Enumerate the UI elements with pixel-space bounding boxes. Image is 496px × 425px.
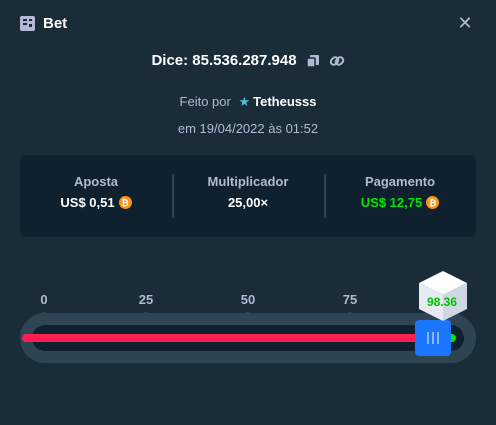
slider-handle[interactable] <box>415 320 451 356</box>
game-id-row: Dice: 85.536.287.948 <box>0 52 496 69</box>
result-value: 98.36 <box>426 295 458 309</box>
stat-bet-value: US$ 0,51 <box>60 195 115 210</box>
close-icon[interactable]: ✕ <box>454 12 476 34</box>
star-badge-icon: ★ <box>238 94 251 109</box>
stat-payout-value-row: US$ 12,75 ₿ <box>324 195 476 210</box>
bitcoin-icon: ₿ <box>118 196 132 209</box>
stat-bet: Aposta US$ 0,51 ₿ <box>20 174 172 218</box>
slider-tick-label: 0 <box>40 292 48 307</box>
stat-bet-value-row: US$ 0,51 ₿ <box>20 195 172 210</box>
stat-multiplier-value: 25,00× <box>227 195 269 210</box>
bet-icon <box>20 15 35 31</box>
slider-lose-range <box>22 334 420 342</box>
made-by-row: Feito por ★ Tetheusss <box>0 94 496 110</box>
link-icon[interactable] <box>329 53 345 69</box>
stat-bet-label: Aposta <box>73 174 119 189</box>
bitcoin-icon: ₿ <box>426 196 440 209</box>
username: Tetheusss <box>253 94 317 109</box>
stat-payout: Pagamento US$ 12,75 ₿ <box>324 174 476 218</box>
slider-tick-label: 25 <box>138 292 154 307</box>
copy-icon[interactable] <box>305 53 321 69</box>
stat-multiplier: Multiplicador 25,00× <box>172 174 324 218</box>
bet-date: em 19/04/2022 às 01:52 <box>177 121 319 136</box>
slider-tick-label: 50 <box>240 292 256 307</box>
game-id-label: Dice: 85.536.287.948 <box>151 52 297 69</box>
made-by-prefix: Feito por <box>179 94 231 109</box>
stat-multiplier-value-row: 25,00× <box>172 195 324 210</box>
modal-header: Bet ✕ <box>20 12 476 34</box>
stat-multiplier-label: Multiplicador <box>207 174 289 189</box>
modal-title: Bet <box>43 14 68 32</box>
stat-payout-value: US$ 12,75 <box>360 195 423 210</box>
stat-payout-label: Pagamento <box>364 174 436 189</box>
user-link[interactable]: ★ Tetheusss <box>238 94 316 109</box>
slider-tick-label: 75 <box>342 292 358 307</box>
bet-stats-panel: Aposta US$ 0,51 ₿ Multiplicador 25,00× P… <box>20 155 476 237</box>
